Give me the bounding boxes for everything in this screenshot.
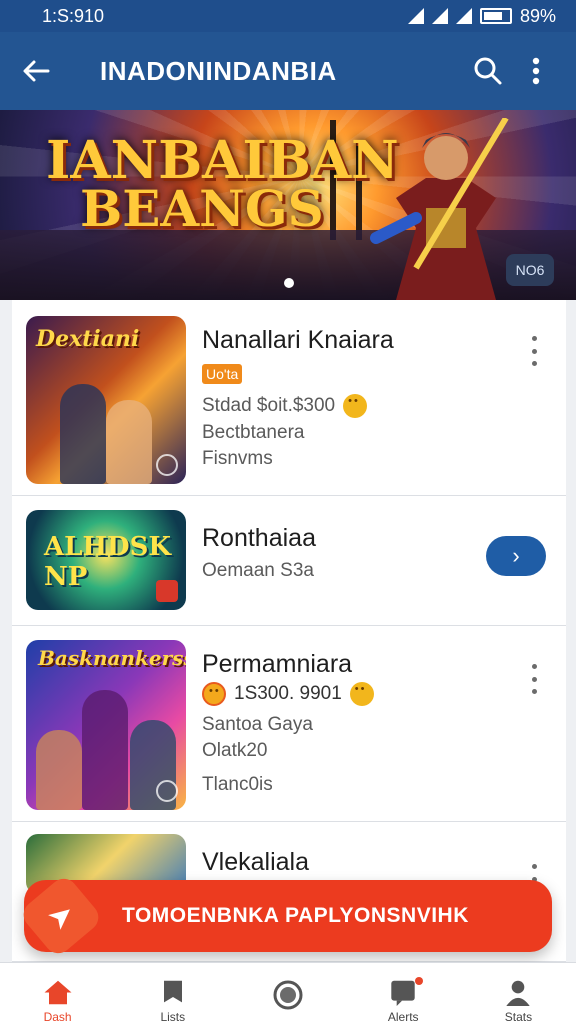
banner-page-indicator[interactable] — [284, 278, 294, 288]
flag-icon — [163, 980, 182, 1003]
banner-badge: ΝΟ6 — [506, 254, 554, 286]
battery-icon — [479, 8, 512, 24]
play-icon — [156, 780, 178, 802]
game-title: Ronthaiaa — [202, 524, 316, 552]
sale-icon — [156, 580, 178, 602]
game-title: Permamniara — [202, 650, 353, 678]
list-item[interactable]: Dextiani Nanallari Knaiara Uo'ta Stdad $… — [12, 300, 566, 496]
signal-icon — [431, 8, 448, 24]
item-menu-icon[interactable] — [522, 336, 546, 366]
game-title: Vlekaliala — [202, 848, 310, 876]
emoji-icon — [202, 682, 226, 706]
overflow-menu-icon[interactable] — [512, 47, 560, 95]
nav-item-home[interactable]: Dash — [0, 963, 115, 1024]
nav-label: Dash — [43, 1010, 72, 1024]
nav-item-lists[interactable]: Lists — [115, 963, 230, 1024]
open-game-button[interactable]: › — [486, 536, 546, 576]
person-icon — [506, 980, 531, 1006]
status-bar: 1:S:910 89% — [0, 0, 576, 32]
app-bar: INADONINDANBIA — [0, 32, 576, 110]
thumb-label: Dextiani — [36, 326, 140, 352]
nav-label: Lists — [160, 1010, 186, 1024]
game-meta: Bectbtanera — [202, 422, 305, 443]
emoji-icon-2 — [349, 682, 374, 706]
game-meta-3: Tlanc0is — [202, 774, 273, 795]
nav-item-alerts[interactable]: Alerts — [346, 963, 461, 1024]
status-badge: Uo'ta — [202, 364, 243, 384]
thumb-figure — [82, 690, 128, 810]
game-price: 1S300. 9901 — [202, 682, 374, 706]
featured-banner[interactable]: IANBAIBAN BEANGS — [0, 110, 576, 300]
rocket-icon: ➤ — [17, 873, 105, 959]
nav-item-stats[interactable]: Stats — [461, 963, 576, 1024]
play-icon — [156, 454, 178, 476]
banner-title-line1: IANBAIBAN — [46, 130, 399, 191]
banner-title: IANBAIBAN BEANGS — [46, 130, 399, 239]
search-icon[interactable] — [464, 47, 512, 95]
promo-text: TOMOENBNKA PAPLYONSNVIHK — [122, 904, 469, 927]
thumb-label: Basknankerss — [38, 646, 186, 670]
game-thumbnail: Basknankerss — [26, 640, 186, 810]
wifi-icon — [407, 8, 424, 24]
game-thumbnail: Dextiani — [26, 316, 186, 484]
record-icon — [273, 980, 303, 1010]
chevron-right-icon: › — [512, 543, 520, 568]
back-arrow-icon[interactable] — [16, 51, 56, 91]
signal-icon-2 — [455, 8, 472, 24]
nav-item-record[interactable] — [230, 963, 345, 1024]
game-list: Dextiani Nanallari Knaiara Uo'ta Stdad $… — [12, 300, 566, 962]
emoji-icon — [343, 394, 368, 418]
bottom-nav: Dash Lists Alerts Stats — [0, 962, 576, 1024]
item-menu-icon[interactable] — [522, 664, 546, 694]
home-icon — [44, 980, 72, 1005]
status-icons: 89% — [407, 5, 556, 27]
game-price-text: Stdad $oit.$300 — [202, 395, 336, 417]
badge-icon — [391, 980, 415, 1006]
game-meta: Santoa Gaya — [202, 714, 313, 735]
game-title: Nanallari Knaiara — [202, 326, 394, 354]
game-price: Stdad $oit.$300 — [202, 394, 368, 418]
nav-label: Alerts — [387, 1010, 419, 1024]
thumb-figure — [36, 730, 82, 810]
status-time: 1:S:910 — [42, 5, 105, 26]
promo-button[interactable]: ➤ TOMOENBNKA PAPLYONSNVIHK — [17, 873, 552, 959]
list-item[interactable]: ALHDSK NP Ronthaiaa Oemaan S3a › — [12, 496, 566, 626]
game-price-text: 1S300. 9901 — [234, 683, 342, 705]
notification-dot — [414, 977, 423, 985]
game-meta-2: Fisnvms — [202, 448, 273, 469]
game-meta: Oemaan S3a — [202, 560, 314, 581]
thumb-figure — [106, 400, 152, 484]
page-title: INADONINDANBIA — [100, 55, 337, 86]
game-thumbnail: ALHDSK NP — [26, 510, 186, 610]
list-item[interactable]: Basknankerss Permamniara 1S300. 9901 San… — [12, 626, 566, 822]
battery-level: 89% — [519, 5, 556, 26]
banner-title-line2: BEANGS — [80, 179, 324, 239]
nav-label: Stats — [504, 1010, 533, 1024]
thumb-figure — [60, 384, 106, 484]
game-meta-2: Olatk20 — [202, 740, 268, 761]
